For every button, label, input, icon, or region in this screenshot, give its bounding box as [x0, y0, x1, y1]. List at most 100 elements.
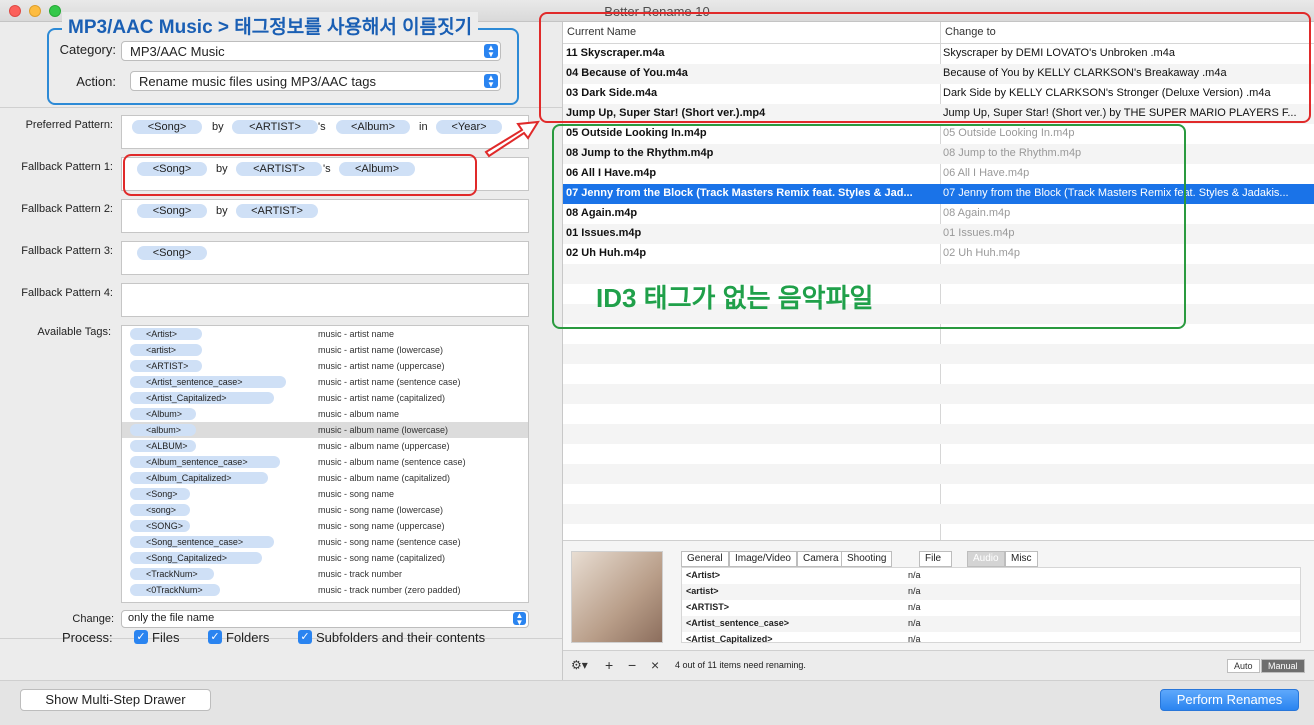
annotation-green-label: ID3 태그가 없는 음악파일 — [596, 283, 874, 313]
preferred-pattern-field[interactable]: <Song> by <ARTIST> 's <Album> in <Year> — [121, 115, 529, 149]
tag-info-row: <Artist> n/a — [682, 568, 1300, 584]
tag-list-item[interactable]: <Album_Capitalized> music - album name (c… — [122, 470, 528, 486]
pattern-text-in: in — [419, 121, 428, 133]
tab-camera[interactable]: Camera — [797, 551, 845, 567]
manual-toggle[interactable]: Manual — [1261, 659, 1305, 673]
tab-shooting-date[interactable]: Shooting Date — [841, 551, 893, 578]
fallback-pattern-4-field[interactable] — [121, 283, 529, 317]
tag-list-item[interactable]: <Song_Capitalized> music - song name (cap… — [122, 550, 528, 566]
fallback-pattern-3-label: Fallback Pattern 3: — [21, 245, 113, 257]
tag-list-item[interactable]: <album> music - album name (lowercase) — [122, 422, 528, 438]
pattern-token-artist[interactable]: <ARTIST> — [232, 120, 318, 134]
tag-list-item[interactable]: <ARTIST> music - artist name (uppercase) — [122, 358, 528, 374]
tag-list-item[interactable]: <TrackNum> music - track number — [122, 566, 528, 582]
tag-description: music - artist name (capitalized) — [318, 393, 446, 403]
gear-icon[interactable]: ⚙▾ — [571, 658, 588, 672]
change-label: Change: — [72, 613, 114, 625]
tag-list-item[interactable]: <Artist_sentence_case> music - artist nam… — [122, 374, 528, 390]
tag-list-item[interactable]: <Album> music - album name — [122, 406, 528, 422]
tag-info-value: n/a — [908, 634, 921, 644]
tag-description: music - song name (capitalized) — [318, 553, 446, 563]
tag-token[interactable]: <Song> — [130, 488, 190, 500]
tab-image-video[interactable]: Image/Video — [729, 551, 797, 567]
pattern-token-artist[interactable]: <ARTIST> — [236, 204, 318, 218]
tag-token[interactable]: <artist> — [130, 344, 202, 356]
files-checkbox[interactable]: ✓ — [134, 630, 148, 644]
pattern-token-album[interactable]: <Album> — [336, 120, 410, 134]
status-text: 4 out of 11 items need renaming. — [675, 660, 806, 670]
tag-token[interactable]: <Artist_Capitalized> — [130, 392, 274, 404]
tag-info-value: n/a — [908, 570, 921, 580]
perform-renames-button[interactable]: Perform Renames — [1160, 689, 1299, 711]
tag-description: music - song name — [318, 489, 395, 499]
tag-token[interactable]: <Song_sentence_case> — [130, 536, 274, 548]
tag-list-item[interactable]: <Artist> music - artist name — [122, 326, 528, 342]
change-value: only the file name — [128, 612, 215, 624]
available-tags-list[interactable]: <Artist> music - artist name <artist> music… — [121, 325, 529, 603]
tag-token[interactable]: <song> — [130, 504, 190, 516]
clear-button[interactable]: × — [651, 657, 659, 673]
empty-row — [563, 444, 1314, 464]
tab-general[interactable]: General — [681, 551, 729, 567]
file-info-area: GeneralImage/VideoCameraShooting Date Fil… — [563, 540, 1314, 650]
tag-list-item[interactable]: <0TrackNum> music - track number (zero pa… — [122, 582, 528, 598]
tag-description: music - album name (lowercase) — [318, 425, 449, 435]
tag-description: music - song name (uppercase) — [318, 521, 445, 531]
folders-checkbox[interactable]: ✓ — [208, 630, 222, 644]
auto-toggle[interactable]: Auto — [1227, 659, 1260, 673]
tab-audio[interactable]: Audio — [967, 551, 1005, 567]
tag-list-item[interactable]: <Song_sentence_case> music - song name (s… — [122, 534, 528, 550]
preferred-pattern-label: Preferred Pattern: — [25, 119, 113, 131]
tag-token[interactable]: <ALBUM> — [130, 440, 196, 452]
tab-misc[interactable]: Misc — [1005, 551, 1038, 567]
empty-row — [563, 524, 1314, 540]
action-select[interactable]: Rename music files using MP3/AAC tags ▲ ▼ — [130, 71, 501, 91]
tag-description: music - artist name — [318, 329, 395, 339]
tag-description: music - track number (zero padded) — [318, 585, 461, 595]
tag-description: music - track number — [318, 569, 403, 579]
fallback-pattern-3-field[interactable]: <Song> — [121, 241, 529, 275]
tag-list-item[interactable]: <ALBUM> music - album name (uppercase) — [122, 438, 528, 454]
annotation-arrow-icon — [484, 120, 540, 158]
tag-token[interactable]: <SONG> — [130, 520, 190, 532]
tag-token[interactable]: <TrackNum> — [130, 568, 214, 580]
folders-checkbox-label: Folders — [226, 630, 270, 645]
annotation-blue-frame — [47, 28, 519, 105]
bottom-bar: Show Multi-Step Drawer Perform Renames — [0, 680, 1314, 725]
status-bar: ⚙▾ + − × 4 out of 11 items need renaming… — [563, 650, 1314, 680]
subfolders-checkbox[interactable]: ✓ — [298, 630, 312, 644]
updown-arrows-icon: ▲ ▼ — [484, 74, 498, 89]
tag-list-item[interactable]: <Song> music - song name — [122, 486, 528, 502]
tag-token[interactable]: <Artist_sentence_case> — [130, 376, 286, 388]
pattern-token-song[interactable]: <Song> — [132, 120, 202, 134]
tag-info-row: <Artist_Capitalized> n/a — [682, 632, 1300, 648]
tag-token[interactable]: <Album> — [130, 408, 196, 420]
tag-list-item[interactable]: <song> music - song name (lowercase) — [122, 502, 528, 518]
empty-row — [563, 404, 1314, 424]
tag-list-item[interactable]: <Album_sentence_case> music - album name … — [122, 454, 528, 470]
tag-token[interactable]: <ARTIST> — [130, 360, 202, 372]
empty-row — [563, 464, 1314, 484]
show-multi-step-drawer-button[interactable]: Show Multi-Step Drawer — [20, 689, 211, 711]
fallback-pattern-2-field[interactable]: <Song> by <ARTIST> — [121, 199, 529, 233]
tag-description: music - song name (lowercase) — [318, 505, 444, 515]
tag-list-item[interactable]: <artist> music - artist name (lowercase) — [122, 342, 528, 358]
pattern-token-song[interactable]: <Song> — [137, 246, 207, 260]
tab-file-date[interactable]: File Date — [919, 551, 953, 578]
tag-list-item[interactable]: <SONG> music - song name (uppercase) — [122, 518, 528, 534]
change-select[interactable]: only the file name ▲ ▼ — [121, 610, 529, 628]
annotation-red-frame-files — [539, 12, 1311, 123]
tag-token[interactable]: <Album_sentence_case> — [130, 456, 280, 468]
tag-token[interactable]: <Song_Capitalized> — [130, 552, 262, 564]
tag-description: music - album name (capitalized) — [318, 473, 451, 483]
tag-token[interactable]: <Artist> — [130, 328, 202, 340]
add-button[interactable]: + — [605, 657, 613, 673]
files-checkbox-label: Files — [152, 630, 180, 645]
remove-button[interactable]: − — [628, 657, 636, 673]
tag-token[interactable]: <0TrackNum> — [130, 584, 220, 596]
pattern-token-song[interactable]: <Song> — [137, 204, 207, 218]
tag-token[interactable]: <album> — [130, 424, 196, 436]
tag-token[interactable]: <Album_Capitalized> — [130, 472, 268, 484]
category-select[interactable]: MP3/AAC Music ▲ ▼ — [121, 41, 501, 61]
tag-list-item[interactable]: <Artist_Capitalized> music - artist name … — [122, 390, 528, 406]
